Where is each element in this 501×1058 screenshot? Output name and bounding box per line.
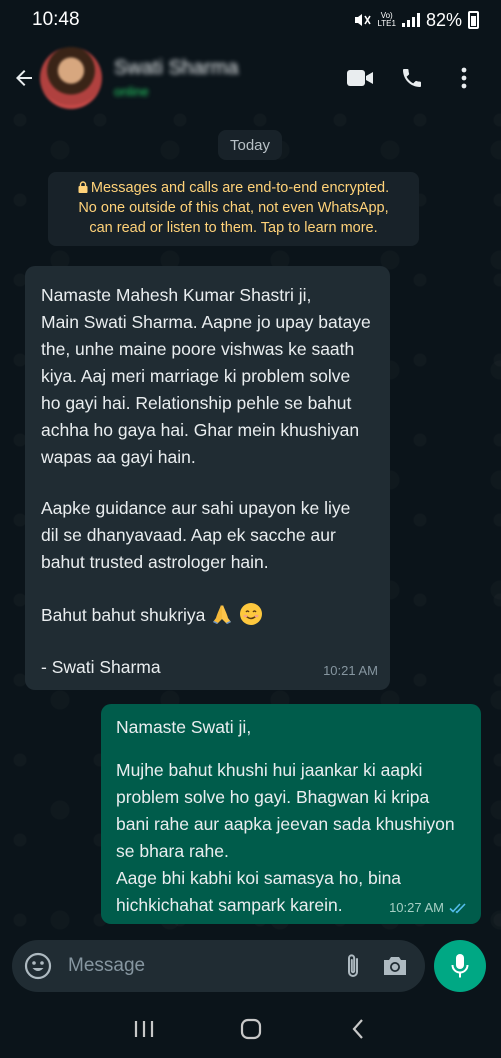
message-line: ho gayi hai. Relationship pehle se bahut [41,393,352,413]
mute-icon [355,14,372,26]
status-bar: 10:48 Vo) LTE1 82% [0,0,501,40]
contact-name: Swati Sharma [114,57,239,79]
network-label: Vo) LTE1 [377,11,396,28]
message-line: dil se dhanyavaad. Aap ek sacche aur [41,525,336,545]
emoji-icon[interactable] [22,950,54,982]
message-line: Main Swati Sharma. Aapne jo upay bataye [41,312,371,332]
battery-percent: 82% [425,9,462,30]
more-options-icon[interactable] [449,63,479,93]
signal-icon [401,13,420,27]
back-arrow-icon[interactable] [10,64,38,92]
lock-icon [78,181,88,193]
message-line: Aapke guidance aur sahi upayon ke liye [41,498,351,518]
camera-icon[interactable] [379,950,411,982]
message-line: bani rahe aur aapka jeevan sada khushiyo… [116,814,455,834]
status-icons: Vo) LTE1 82% [353,10,479,31]
message-line: Namaste Mahesh Kumar Shastri ji, [41,285,312,305]
microphone-icon [451,954,469,978]
message-line: Namaste Swati ji, [116,717,252,737]
smiling-face-emoji-icon [240,603,263,625]
date-chip: Today [218,130,282,160]
outgoing-message-bubble[interactable]: Namaste Swati ji, Mujhe bahut khushi hui… [101,704,481,924]
message-line: the, unhe maine poore vishwas ke saath [41,339,355,359]
incoming-message-bubble[interactable]: Namaste Mahesh Kumar Shastri ji, Main Sw… [25,266,390,690]
back-nav-icon[interactable] [340,1011,376,1047]
recent-apps-icon[interactable] [126,1011,162,1047]
folded-hands-emoji-icon [213,605,232,624]
message-line: bahut trusted astrologer hain. [41,552,269,572]
message-line: wapas aa gayi hain. [41,447,196,467]
message-composer [12,940,425,992]
message-line: Mujhe bahut khushi hui jaankar ki aapki [116,760,423,780]
message-meta: 10:27 AM [389,900,469,915]
contact-info[interactable]: Swati Sharma online [114,57,345,99]
encryption-line-2: No one outside of this chat, not even Wh… [78,200,389,216]
message-line: kiya. Aaj meri marriage ki problem solve [41,366,351,386]
video-call-icon[interactable] [345,63,375,93]
contact-status: online [114,84,149,99]
encryption-line-3: can read or listen to them. Tap to learn… [89,220,378,236]
encryption-line-1: Messages and calls are end-to-end encryp… [90,180,390,196]
message-line: problem solve ho gayi. Bhagwan ki kripa [116,787,430,807]
system-nav-bar [0,1000,501,1058]
message-time: 10:27 AM [389,900,444,915]
attach-icon[interactable] [337,950,369,982]
message-line: Aage bhi kabhi koi samasya ho, bina [116,868,402,888]
message-input[interactable] [68,946,337,986]
chat-header: Swati Sharma online [0,40,501,116]
double-tick-read-icon [449,902,466,913]
voice-call-icon[interactable] [397,63,427,93]
avatar[interactable] [40,47,102,109]
message-time: 10:21 AM [323,663,378,678]
message-line: achha ho gaya hai. Ghar mein khushiyan [41,420,360,440]
status-time: 10:48 [32,9,80,30]
battery-icon [468,11,479,29]
message-line: se bhara rahe. [116,841,229,861]
message-line-with-emoji: Bahut bahut shukriya [41,600,378,630]
home-icon[interactable] [233,1011,269,1047]
mic-button[interactable] [434,940,486,992]
encryption-notice[interactable]: Messages and calls are end-to-end encryp… [48,172,419,246]
